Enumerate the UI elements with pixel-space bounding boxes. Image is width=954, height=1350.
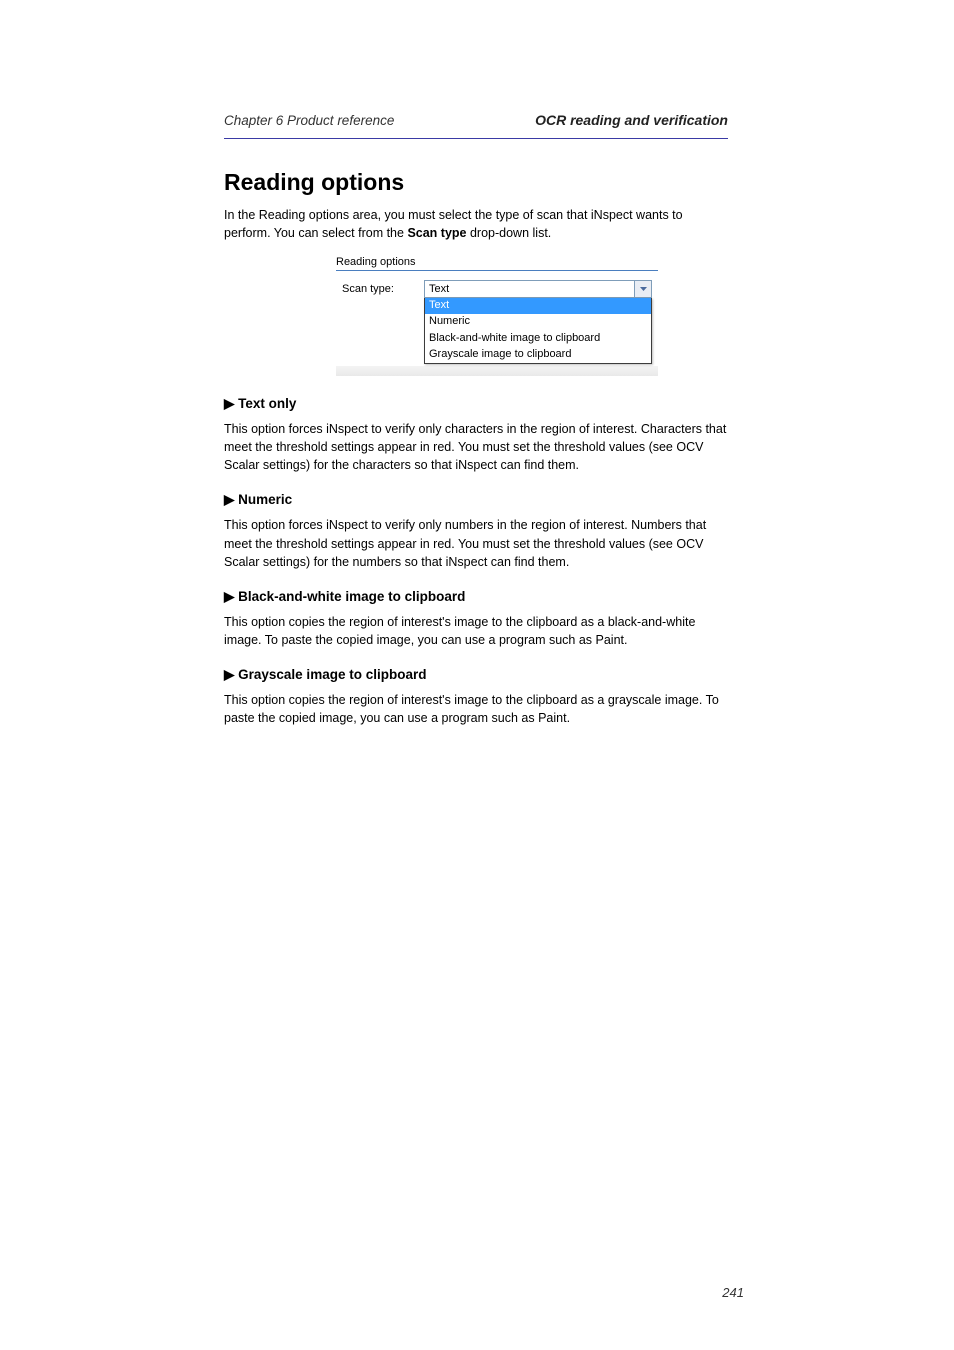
scan-type-label: Scan type: <box>342 280 408 295</box>
scan-type-combobox[interactable]: Text <box>424 280 652 298</box>
option-heading-text-only: ▶ Text only <box>224 396 728 412</box>
header-rule <box>224 138 728 139</box>
page-number: 241 <box>722 1285 744 1300</box>
scan-type-dropdown-list: Text Numeric Black-and-white image to cl… <box>424 298 652 364</box>
intro-text-2: drop-down list. <box>467 226 552 240</box>
groupbox-title: Reading options <box>336 256 658 268</box>
running-header: Chapter 6 Product reference OCR reading … <box>224 112 728 134</box>
option-bw-clipboard[interactable]: Black-and-white image to clipboard <box>425 331 651 347</box>
option-body-numeric: This option forces iNspect to verify onl… <box>224 516 728 570</box>
option-heading-numeric: ▶ Numeric <box>224 492 728 508</box>
option-grayscale-clipboard[interactable]: Grayscale image to clipboard <box>425 347 651 363</box>
dropdown-button[interactable] <box>634 281 651 297</box>
groupbox-footer <box>336 366 658 376</box>
scan-type-selected-value: Text <box>425 283 634 295</box>
page: Chapter 6 Product reference OCR reading … <box>0 0 954 1350</box>
scan-type-row: Scan type: Text Text Numeric Black-and-w… <box>336 277 658 364</box>
groupbox-rule <box>336 270 658 271</box>
section-caption: OCR reading and verification <box>535 112 728 128</box>
option-body-bw-clipboard: This option copies the region of interes… <box>224 613 728 649</box>
chevron-down-icon <box>640 287 647 291</box>
reading-options-figure: Reading options Scan type: Text Text Num… <box>336 256 658 376</box>
section-title: Reading options <box>224 169 728 196</box>
scan-type-combo-wrap: Text Text Numeric Black-and-white image … <box>424 280 652 364</box>
intro-paragraph: In the Reading options area, you must se… <box>224 206 728 242</box>
scan-type-bold: Scan type <box>407 226 466 240</box>
chapter-title: Chapter 6 Product reference <box>224 113 394 128</box>
option-heading-grayscale-clipboard: ▶ Grayscale image to clipboard <box>224 667 728 683</box>
option-body-text-only: This option forces iNspect to verify onl… <box>224 420 728 474</box>
option-numeric[interactable]: Numeric <box>425 314 651 330</box>
option-text[interactable]: Text <box>425 298 651 314</box>
option-heading-bw-clipboard: ▶ Black-and-white image to clipboard <box>224 589 728 605</box>
content-area: Chapter 6 Product reference OCR reading … <box>224 112 728 735</box>
option-body-grayscale-clipboard: This option copies the region of interes… <box>224 691 728 727</box>
